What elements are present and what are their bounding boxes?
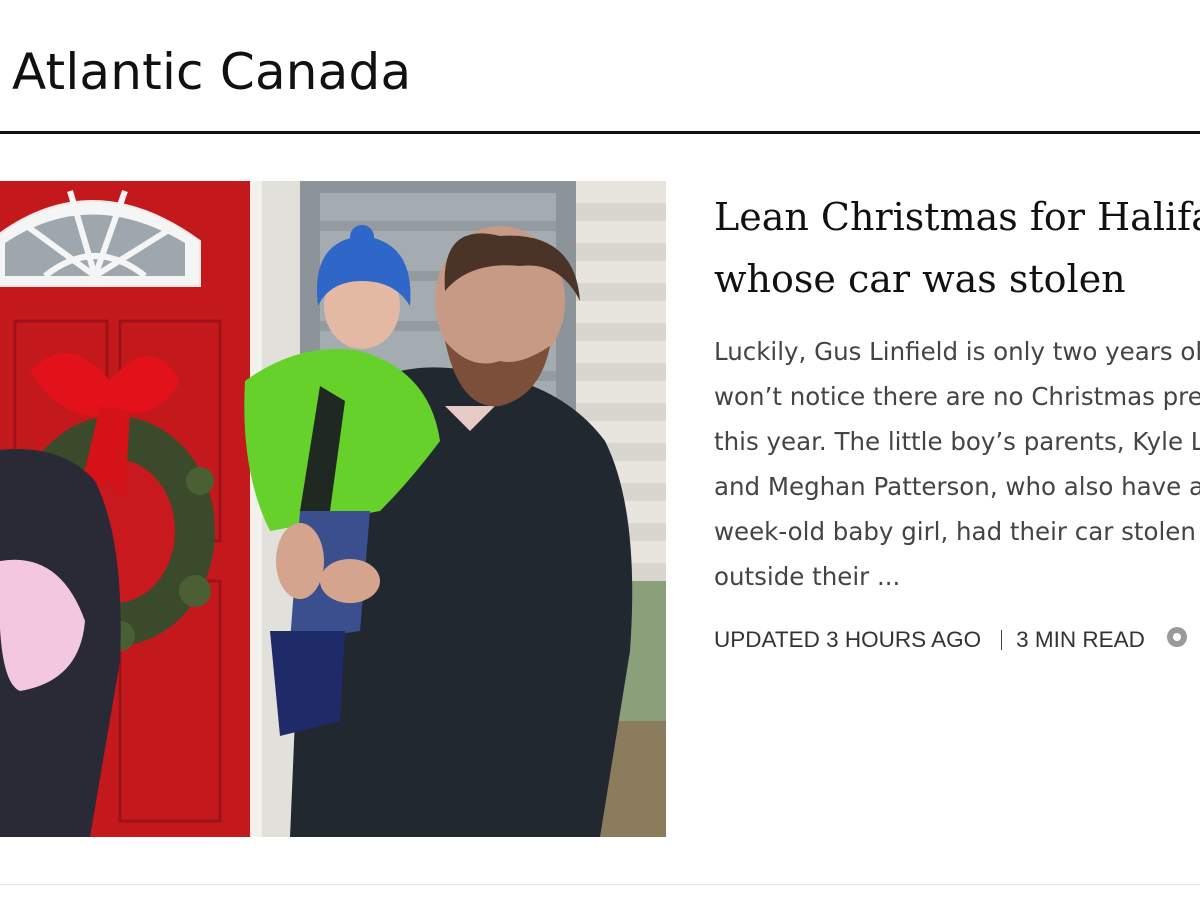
summary-line-4: and Meghan Patterson, who also have a tw…	[714, 472, 1200, 501]
headline-line-2[interactable]: whose car was stolen	[714, 248, 1200, 310]
meta-separator	[1001, 630, 1003, 650]
headline-line-1[interactable]: Lean Christmas for Halifax family	[714, 186, 1200, 248]
story-photo[interactable]	[0, 181, 666, 837]
updated-timestamp: UPDATED 3 HOURS AGO	[714, 627, 982, 652]
comment-icon[interactable]	[1165, 625, 1189, 655]
summary-line-2: won’t notice there are no Christmas pres…	[714, 382, 1200, 411]
section-divider	[0, 131, 1200, 134]
bottom-divider	[0, 884, 1200, 885]
read-time: 3 MIN READ	[1016, 627, 1145, 652]
summary-line-5: week-old baby girl, had their car stolen…	[714, 517, 1200, 546]
section-title: Atlantic Canada	[12, 43, 412, 101]
story-text-block: Lean Christmas for Halifax family whose …	[714, 186, 1200, 655]
summary-line-6: outside their ...	[714, 562, 901, 591]
summary-line-1: Luckily, Gus Linfield is only two years …	[714, 337, 1200, 366]
page: Atlantic Canada Lean Christmas for Halif…	[0, 0, 1200, 900]
summary-line-3: this year. The little boy’s parents, Kyl…	[714, 427, 1200, 456]
story-summary: Luckily, Gus Linfield is only two years …	[714, 329, 1200, 599]
story-meta: UPDATED 3 HOURS AGO 3 MIN READ	[714, 625, 1200, 655]
